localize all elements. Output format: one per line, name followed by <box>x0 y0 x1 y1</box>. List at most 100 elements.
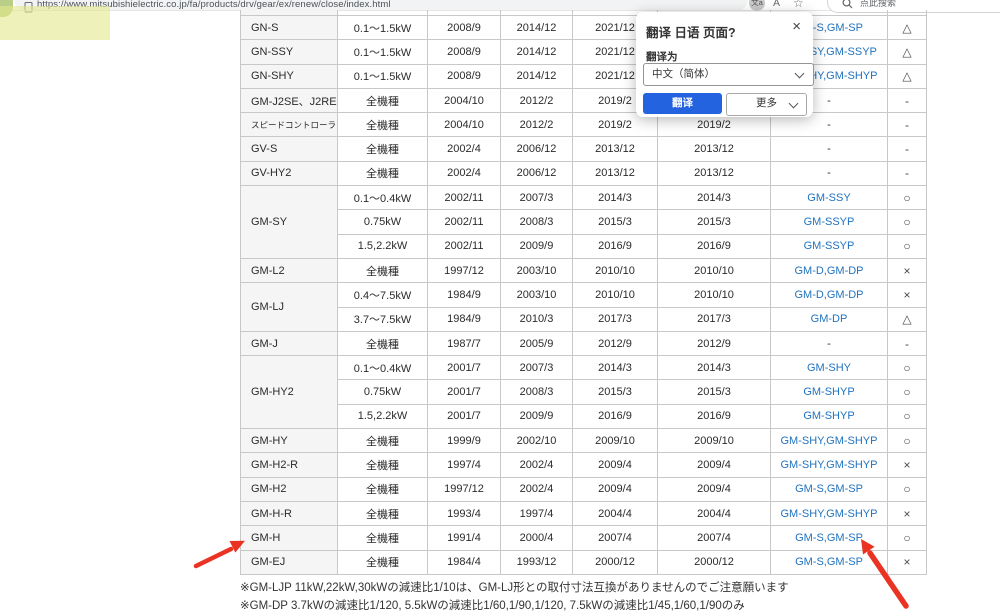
support-end-cell: 2012/9 <box>658 331 771 355</box>
compatibility-symbol-cell: ○ <box>888 234 927 258</box>
order-end-cell: 2005/9 <box>501 331 573 355</box>
support-end-cell: 2016/9 <box>658 234 771 258</box>
repair-end-cell: 2016/9 <box>573 404 658 428</box>
table-row: GM-H-R全機種1993/41997/42004/42004/4GM-SHY,… <box>241 501 927 525</box>
translate-button[interactable]: 翻译 <box>643 93 722 114</box>
footnotes: ※GM-LJP 11kW,22kW,30kWの減速比1/10は、GM-LJ形との… <box>240 579 789 615</box>
support-end-cell: 2016/9 <box>658 404 771 428</box>
table-row: GM-H全機種1991/42000/42007/42007/4GM-S,GM-S… <box>241 526 927 550</box>
order-end-cell: 2006/12 <box>501 137 573 161</box>
product-name-cell: GV-HY2 <box>241 161 338 185</box>
product-name-cell: GV-S <box>241 137 338 161</box>
more-button[interactable]: 更多 <box>726 93 807 116</box>
replacement-model-link[interactable]: GM-D,GM-DP <box>794 265 863 277</box>
repair-end-cell: 2010/10 <box>573 258 658 282</box>
table-row: 1.5,2.2kW2001/72009/92016/92016/9GM-SHYP… <box>241 404 927 428</box>
replacement-model-link[interactable]: GM-SHYP <box>803 386 854 398</box>
compatibility-symbol-cell: ○ <box>888 210 927 234</box>
red-arrow-left <box>196 541 245 566</box>
replacement-model-link[interactable]: GM-SHY <box>807 362 851 374</box>
replacement-model-link[interactable]: GM-SHY,GM-SHYP <box>781 459 878 471</box>
table-row: 0.75kW2002/112008/32015/32015/3GM-SSYP○ <box>241 210 927 234</box>
replacement-cell: - <box>771 161 888 185</box>
replacement-model-link[interactable]: GM-S,GM-SP <box>795 556 863 568</box>
support-end-cell: 2009/4 <box>658 453 771 477</box>
capacity-cell: 全機種 <box>338 88 428 112</box>
replacement-model-link[interactable]: GM-SSYP <box>804 216 855 228</box>
production-end-cell: 2008/9 <box>428 40 501 64</box>
production-end-cell: 2002/11 <box>428 186 501 210</box>
repair-end-cell: 2009/4 <box>573 477 658 501</box>
order-end-cell: 1997/4 <box>501 501 573 525</box>
replacement-model-link[interactable]: GM-D,GM-DP <box>794 289 863 301</box>
replacement-model-link[interactable]: GM-SHYP <box>803 410 854 422</box>
replacement-cell: GM-SHY <box>771 356 888 380</box>
read-aloud-icon[interactable]: A” <box>773 0 782 9</box>
capacity-cell: 0.1～1.5kW <box>338 16 428 40</box>
replacement-cell: GM-SHY,GM-SHYP <box>771 501 888 525</box>
compatibility-symbol-cell: × <box>888 283 927 307</box>
repair-end-cell: 2009/4 <box>573 453 658 477</box>
support-end-cell: 2013/12 <box>658 161 771 185</box>
note-line-2: ※GM-DP 3.7kWの減速比1/120, 5.5kWの減速比1/60,1/9… <box>240 597 789 615</box>
capacity-cell: 0.75kW <box>338 210 428 234</box>
support-end-cell: 2007/4 <box>658 526 771 550</box>
support-end-cell: 2015/3 <box>658 210 771 234</box>
order-end-cell: 2010/3 <box>501 307 573 331</box>
replacement-model-link[interactable]: GM-DP <box>811 313 848 325</box>
table-row: GM-LJ0.4～7.5kW1984/92003/102010/102010/1… <box>241 283 927 307</box>
table-row: GM-HY20.1～0.4kW2001/72007/32014/32014/3G… <box>241 356 927 380</box>
compatibility-symbol-cell: △ <box>888 64 927 88</box>
compatibility-symbol-cell: ○ <box>888 477 927 501</box>
replacement-cell: GM-SSYP <box>771 210 888 234</box>
product-name-cell: GN-SHY <box>241 64 338 88</box>
product-name-cell: GM-J2SE、J2RE <box>241 88 338 112</box>
order-end-cell: 2002/10 <box>501 429 573 453</box>
language-select[interactable]: 中文（简体） <box>643 63 814 86</box>
popup-title: 翻译 日语 页面? <box>646 22 736 41</box>
support-end-cell: 2004/4 <box>658 501 771 525</box>
table-row: GV-S全機種2002/42006/122013/122013/12-- <box>241 137 927 161</box>
production-end-cell: 1997/12 <box>428 258 501 282</box>
production-end-cell: 2002/11 <box>428 234 501 258</box>
repair-end-cell: 2013/12 <box>573 137 658 161</box>
replacement-model-link[interactable]: GM-SSY <box>807 192 850 204</box>
table-row: 3.7～7.5kW1984/92010/32017/32017/3GM-DP△ <box>241 307 927 331</box>
capacity-cell: 全機種 <box>338 477 428 501</box>
translate-to-label: 翻译为 <box>646 49 678 64</box>
capacity-cell: 全機種 <box>338 258 428 282</box>
production-end-cell: 2002/4 <box>428 161 501 185</box>
compatibility-symbol-cell: - <box>888 137 927 161</box>
table-row: GN-SSY0.1～1.5kW2008/92014/122021/122021/… <box>241 40 927 64</box>
product-table: GN-S0.1～1.5kW2008/92014/122021/122021/12… <box>240 10 927 575</box>
replacement-model-link[interactable]: GM-SSYP <box>804 240 855 252</box>
replacement-cell: GM-SHY,GM-SHYP <box>771 453 888 477</box>
product-name-cell: GM-L2 <box>241 258 338 282</box>
compatibility-symbol-cell: ○ <box>888 186 927 210</box>
table-row: GM-HY全機種1999/92002/102009/102009/10GM-SH… <box>241 429 927 453</box>
order-end-cell: 2008/3 <box>501 210 573 234</box>
production-end-cell: 1999/9 <box>428 429 501 453</box>
capacity-cell: 0.75kW <box>338 380 428 404</box>
replacement-model-link[interactable]: GM-S,GM-SP <box>795 483 863 495</box>
table-row: 0.75kW2001/72008/32015/32015/3GM-SHYP○ <box>241 380 927 404</box>
favorites-star-icon[interactable]: ☆ <box>793 0 804 10</box>
order-end-cell: 2014/12 <box>501 16 573 40</box>
replacement-model-link[interactable]: GM-SHY,GM-SHYP <box>781 435 878 447</box>
capacity-cell: 全機種 <box>338 550 428 574</box>
close-icon[interactable]: × <box>788 16 805 37</box>
table-row: GM-J2SE、J2RE全機種2004/102012/22019/22019/2… <box>241 88 927 112</box>
repair-end-cell: 2014/3 <box>573 186 658 210</box>
production-end-cell: 2002/4 <box>428 137 501 161</box>
replacement-model-link[interactable]: GM-SHY,GM-SHYP <box>781 508 878 520</box>
order-end-cell: 2007/3 <box>501 356 573 380</box>
production-end-cell: 2001/7 <box>428 356 501 380</box>
chevron-down-icon <box>789 99 799 109</box>
compatibility-symbol-cell: - <box>888 113 927 137</box>
capacity-cell: 1.5,2.2kW <box>338 234 428 258</box>
replacement-model-link[interactable]: GM-S,GM-SP <box>795 532 863 544</box>
support-end-cell: 2015/3 <box>658 380 771 404</box>
production-end-cell: 1987/7 <box>428 331 501 355</box>
product-name-cell: GM-H-R <box>241 501 338 525</box>
production-end-cell: 1984/9 <box>428 283 501 307</box>
